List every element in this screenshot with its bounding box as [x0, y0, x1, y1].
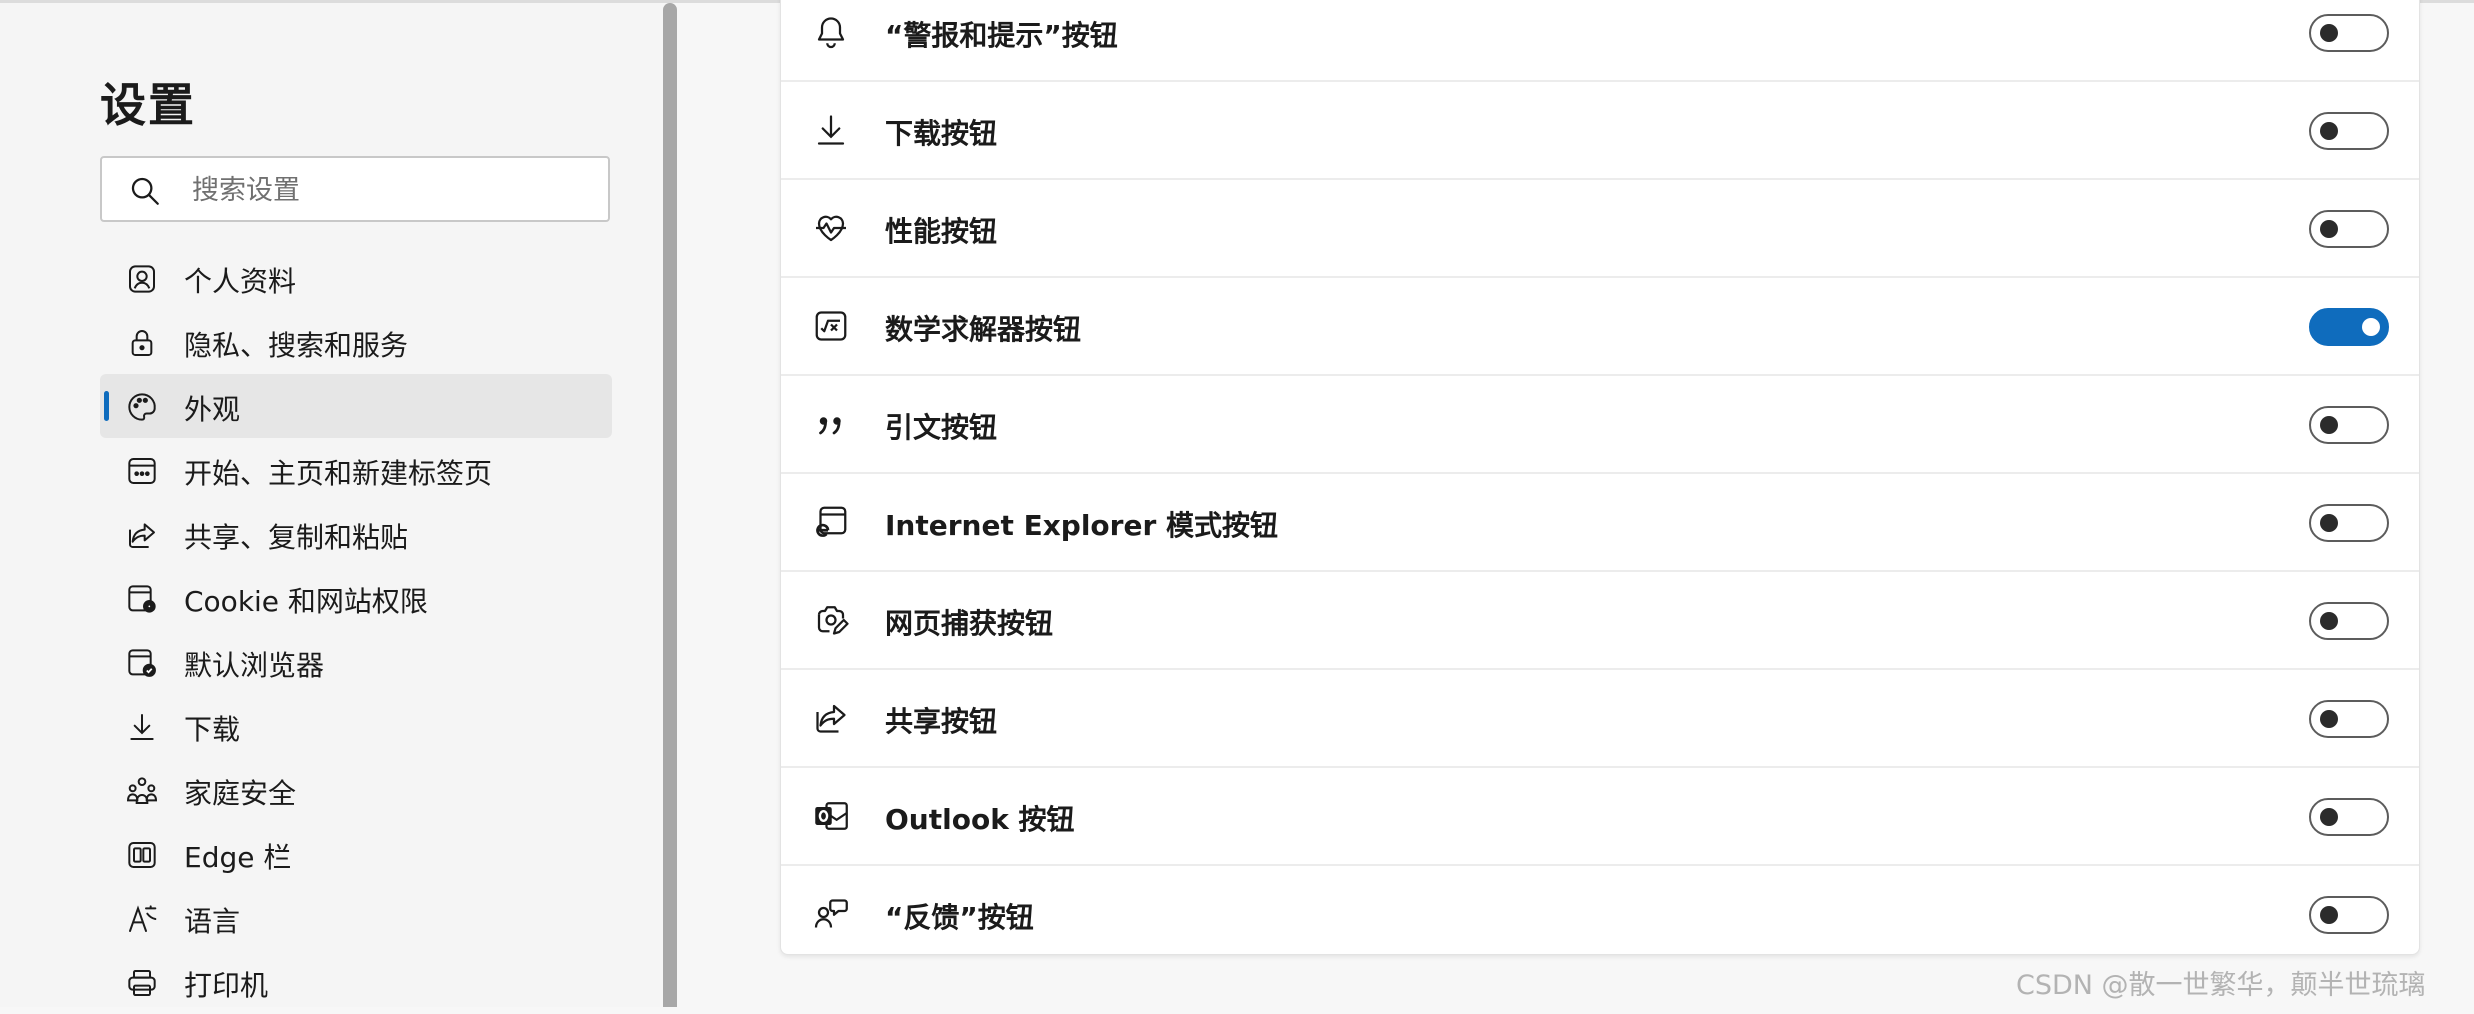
share-icon — [126, 519, 158, 551]
sidebar-item-appearance[interactable]: 外观 — [100, 374, 612, 438]
web-capture-icon — [813, 602, 849, 638]
sidebar-item-label: 个人资料 — [184, 265, 297, 298]
sidebar-item-printers[interactable]: 打印机 — [100, 950, 612, 1014]
sidebar-item-label: 语言 — [184, 905, 241, 938]
setting-row-web-capture-button: 网页捕获按钮 — [781, 572, 2419, 670]
sidebar-item-label: Cookie 和网站权限 — [184, 585, 428, 618]
setting-label: Outlook 按钮 — [885, 803, 1075, 836]
performance-button-toggle[interactable] — [2309, 210, 2389, 248]
setting-row-citation-button: 引文按钮 — [781, 376, 2419, 474]
setting-row-outlook-button: Outlook 按钮 — [781, 768, 2419, 866]
toolbar-buttons-list: “警报和提示”按钮 下载按钮 性能按钮 数学求解器按钮 引文按钮 Interne… — [781, 0, 2419, 964]
setting-label: 下载按钮 — [885, 117, 998, 150]
sidebar-item-label: 打印机 — [184, 969, 269, 1002]
sidebar-nav: 个人资料 隐私、搜索和服务 外观 开始、主页和新建标签页 共享、复制和粘贴 Co… — [100, 246, 612, 1014]
sidebar-item-label: 下载 — [184, 713, 241, 746]
toggle-knob — [2320, 220, 2338, 238]
ie-mode-button-toggle[interactable] — [2309, 504, 2389, 542]
setting-label: “警报和提示”按钮 — [885, 19, 1118, 52]
download-icon — [126, 711, 158, 743]
setting-row-math-solver-button: 数学求解器按钮 — [781, 278, 2419, 376]
sidebar-item-label: 外观 — [184, 393, 241, 426]
setting-row-performance-button: 性能按钮 — [781, 180, 2419, 278]
setting-label: 共享按钮 — [885, 705, 998, 738]
sidebar-item-profile[interactable]: 个人资料 — [100, 246, 612, 310]
settings-sidebar: 设置 个人资料 隐私、搜索和服务 — [0, 3, 660, 1007]
palette-icon — [126, 391, 158, 423]
math-solver-button-toggle[interactable] — [2309, 308, 2389, 346]
toggle-knob — [2320, 612, 2338, 630]
sidebar-item-label: 家庭安全 — [184, 777, 297, 810]
language-icon — [126, 903, 158, 935]
setting-row-ie-mode-button: Internet Explorer 模式按钮 — [781, 474, 2419, 572]
sidebar-item-label: 隐私、搜索和服务 — [184, 329, 409, 362]
ie-mode-icon — [813, 504, 849, 540]
site-permissions-icon — [126, 583, 158, 615]
sidebar-title: 设置 — [100, 78, 196, 132]
setting-label: 性能按钮 — [885, 215, 998, 248]
sidebar-item-label: 共享、复制和粘贴 — [184, 521, 409, 554]
download-button-toggle[interactable] — [2309, 112, 2389, 150]
math-solver-icon — [813, 308, 849, 344]
csdn-watermark: CSDN @散一世繁华，颠半世琉璃 — [2016, 970, 2426, 1001]
toggle-knob — [2362, 318, 2380, 336]
sidebar-item-label: 开始、主页和新建标签页 — [184, 457, 493, 490]
share-icon — [813, 700, 849, 736]
bell-icon — [813, 14, 849, 50]
setting-label: 网页捕获按钮 — [885, 607, 1054, 640]
sidebar-item-default-browser[interactable]: 默认浏览器 — [100, 630, 612, 694]
toggle-knob — [2320, 514, 2338, 532]
toggle-knob — [2320, 24, 2338, 42]
edge-bar-icon — [126, 839, 158, 871]
outlook-button-toggle[interactable] — [2309, 798, 2389, 836]
toggle-knob — [2320, 710, 2338, 728]
sidebar-item-family-safety[interactable]: 家庭安全 — [100, 758, 612, 822]
setting-row-feedback-button: “反馈”按钮 — [781, 866, 2419, 964]
sidebar-item-start-home-newtab[interactable]: 开始、主页和新建标签页 — [100, 438, 612, 502]
sidebar-item-languages[interactable]: 语言 — [100, 886, 612, 950]
share-button-toggle[interactable] — [2309, 700, 2389, 738]
profile-icon — [126, 263, 158, 295]
sidebar-item-label: 默认浏览器 — [184, 649, 325, 682]
settings-content: “警报和提示”按钮 下载按钮 性能按钮 数学求解器按钮 引文按钮 Interne… — [680, 0, 2474, 1007]
toggle-knob — [2320, 416, 2338, 434]
setting-row-download-button: 下载按钮 — [781, 82, 2419, 180]
quote-icon — [813, 406, 849, 442]
setting-label: 引文按钮 — [885, 411, 998, 444]
sidebar-item-edge-bar[interactable]: Edge 栏 — [100, 822, 612, 886]
toggle-knob — [2320, 122, 2338, 140]
search-input[interactable] — [190, 168, 594, 212]
web-capture-button-toggle[interactable] — [2309, 602, 2389, 640]
printer-icon — [126, 967, 158, 999]
toggle-knob — [2320, 906, 2338, 924]
default-browser-icon — [126, 647, 158, 679]
feedback-icon — [813, 896, 849, 932]
new-tab-icon — [126, 455, 158, 487]
sidebar-item-downloads[interactable]: 下载 — [100, 694, 612, 758]
sidebar-item-share-copy-paste[interactable]: 共享、复制和粘贴 — [100, 502, 612, 566]
outlook-icon — [813, 798, 849, 834]
sidebar-item-cookies-permissions[interactable]: Cookie 和网站权限 — [100, 566, 612, 630]
search-settings-box[interactable] — [100, 156, 610, 222]
feedback-button-toggle[interactable] — [2309, 896, 2389, 934]
sidebar-item-privacy[interactable]: 隐私、搜索和服务 — [100, 310, 612, 374]
setting-label: 数学求解器按钮 — [885, 313, 1082, 346]
heart-pulse-icon — [813, 210, 849, 246]
family-icon — [126, 775, 158, 807]
sidebar-item-label: Edge 栏 — [184, 841, 292, 874]
citation-button-toggle[interactable] — [2309, 406, 2389, 444]
lock-icon — [126, 327, 158, 359]
download-icon — [813, 112, 849, 148]
setting-label: Internet Explorer 模式按钮 — [885, 509, 1279, 542]
alerts-button-toggle[interactable] — [2309, 14, 2389, 52]
setting-label: “反馈”按钮 — [885, 901, 1034, 934]
toggle-knob — [2320, 808, 2338, 826]
toolbar-buttons-card: “警报和提示”按钮 下载按钮 性能按钮 数学求解器按钮 引文按钮 Interne… — [780, 0, 2420, 955]
sidebar-scrollbar[interactable] — [663, 3, 677, 1007]
setting-row-share-button: 共享按钮 — [781, 670, 2419, 768]
setting-row-alerts-button: “警报和提示”按钮 — [781, 0, 2419, 82]
